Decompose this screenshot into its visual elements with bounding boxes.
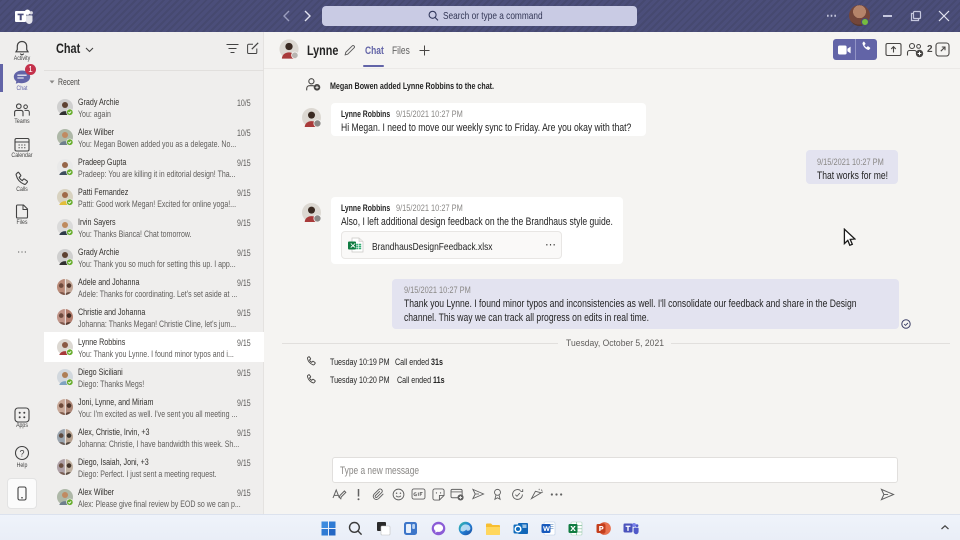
svg-text:?: ? bbox=[19, 448, 24, 458]
